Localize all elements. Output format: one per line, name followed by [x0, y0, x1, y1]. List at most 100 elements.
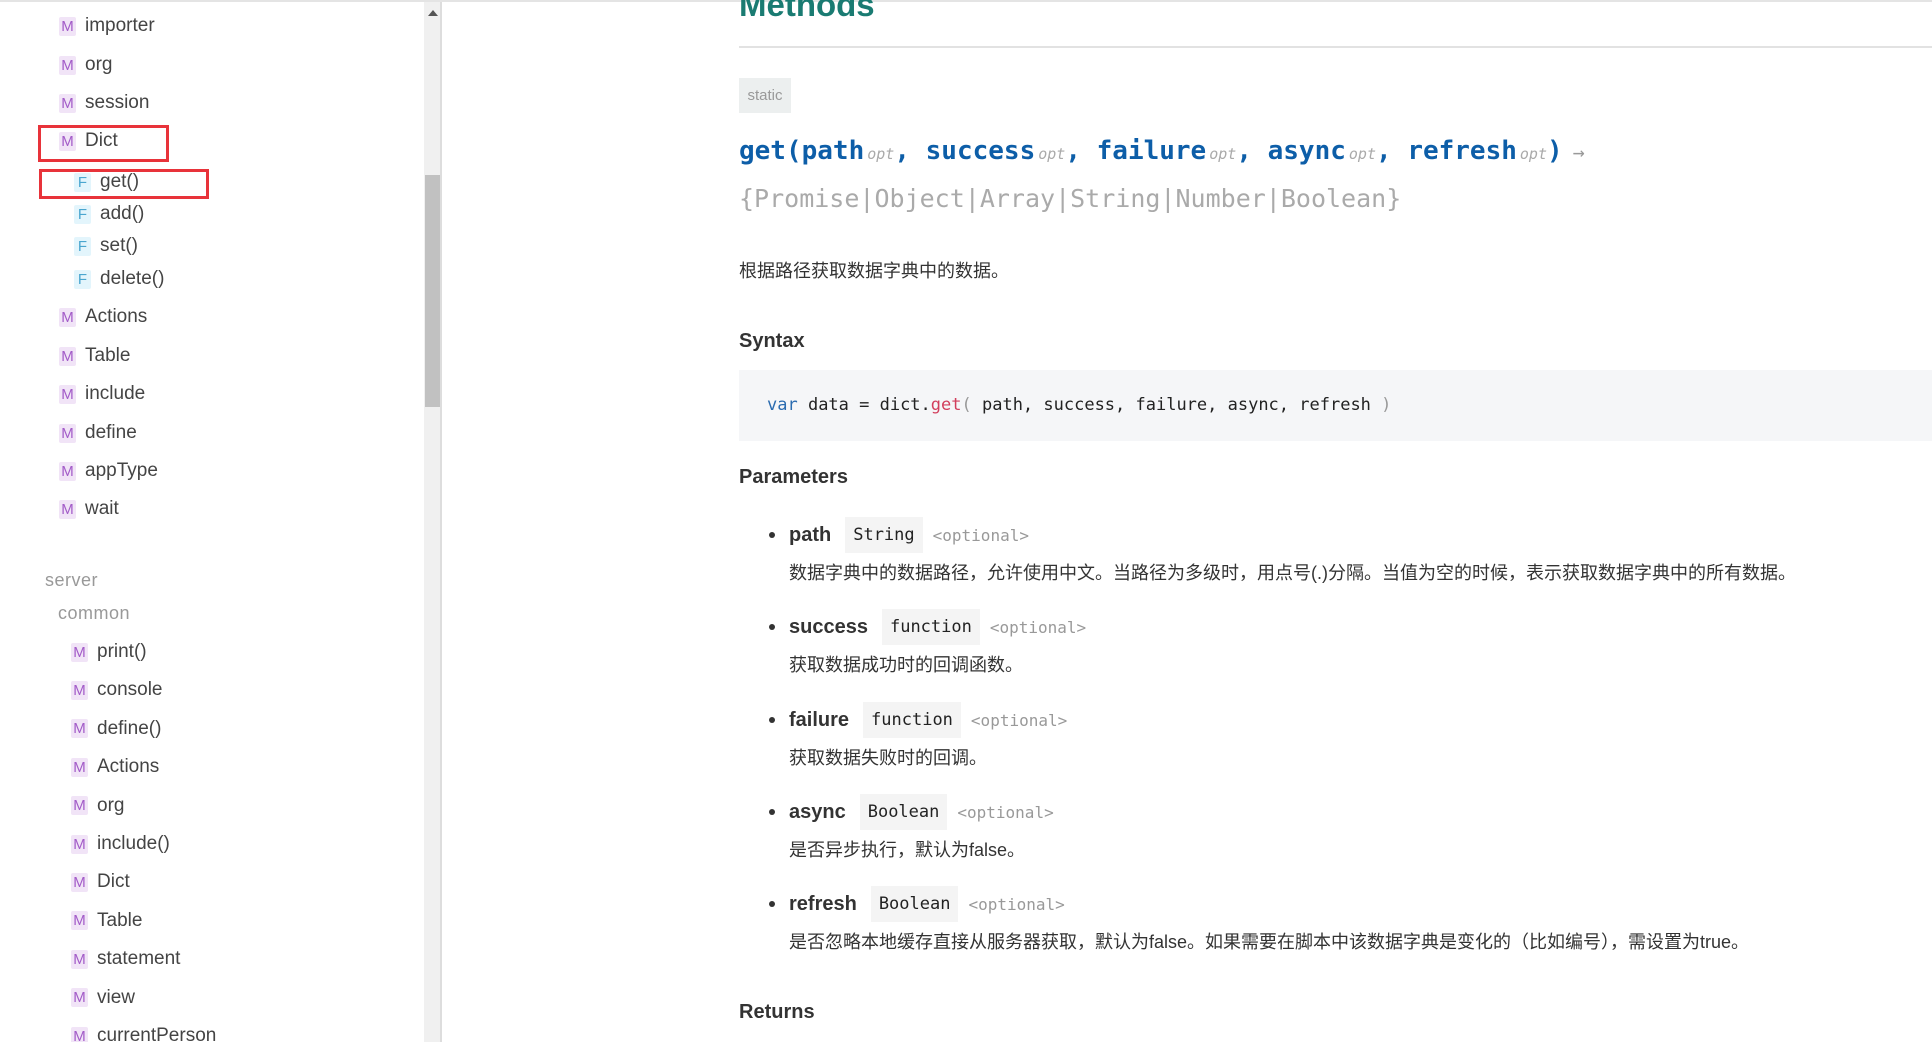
highlight-box-dict	[38, 125, 169, 162]
sidebar-item-include[interactable]: Minclude()	[71, 833, 170, 855]
parameter-header: refresh Boolean <optional>	[769, 884, 1749, 924]
return-type: {Promise|Object|Array|String|Number|Bool…	[739, 184, 1402, 213]
sidebar-item-delete[interactable]: Fdelete()	[74, 268, 164, 290]
sidebar-item-label: view	[97, 986, 136, 1008]
module-badge-icon: M	[59, 461, 76, 481]
scroll-up-arrow-icon[interactable]	[428, 10, 438, 16]
module-badge-icon: M	[71, 642, 88, 662]
parameter-header: failure function <optional>	[769, 700, 1067, 740]
static-badge: static	[739, 78, 791, 113]
code-args: path, success, failure, async, refresh	[981, 395, 1371, 415]
parameter-header: async Boolean <optional>	[769, 792, 1054, 832]
function-badge-icon: F	[74, 269, 91, 289]
parameter-optional: <optional>	[968, 894, 1065, 914]
sidebar-item-define[interactable]: Mdefine	[59, 422, 137, 444]
sidebar-item-label: statement	[97, 948, 181, 970]
code-close-paren: )	[1370, 395, 1392, 415]
parameter-optional: <optional>	[970, 710, 1068, 730]
sidebar-item-label: define	[85, 422, 137, 443]
sidebar-item-set[interactable]: Fset()	[74, 235, 138, 257]
parameter-item: async Boolean <optional> 是否异步执行，默认为false。	[769, 792, 1054, 862]
sidebar-item-dict[interactable]: M Dict	[71, 871, 130, 893]
return-arrow-icon: →	[1572, 140, 1585, 164]
highlight-box-get	[39, 169, 209, 199]
syntax-code-block: var data = dict.get( path, success, fail…	[739, 370, 1932, 441]
sidebar-item-actions[interactable]: M Actions	[71, 756, 159, 778]
module-badge-icon: M	[71, 949, 88, 969]
module-badge-icon: M	[59, 499, 76, 519]
parameter-item: refresh Boolean <optional> 是否忽略本地缓存直接从服务器获取…	[769, 884, 1749, 954]
sidebar-item-label: include	[85, 383, 146, 404]
sidebar-item-session[interactable]: Msession	[59, 92, 149, 114]
section-heading: Methods	[739, 0, 875, 23]
bullet-icon	[769, 717, 775, 723]
parameter-type: function	[881, 609, 980, 645]
sidebar-item-add[interactable]: Fadd()	[74, 203, 144, 225]
sidebar-item-table[interactable]: M Table	[59, 345, 130, 367]
sidebar-item-console[interactable]: Mconsole	[71, 679, 163, 701]
module-badge-icon: M	[59, 55, 76, 75]
sidebar-item-currentperson[interactable]: McurrentPerson	[71, 1025, 216, 1042]
sidebar-scrollbar[interactable]	[424, 2, 442, 1042]
parameter-optional: <optional>	[932, 525, 1029, 545]
sidebar-item-actions[interactable]: M Actions	[59, 306, 147, 328]
module-badge-icon: M	[71, 1026, 88, 1042]
sidebar-item-label: session	[85, 92, 150, 113]
parameter-item: success function <optional> 获取数据成功时的回调函数。	[769, 607, 1086, 677]
module-badge-icon: M	[71, 834, 88, 854]
parameter-name: path	[789, 523, 832, 546]
signature-param: success	[925, 136, 1036, 166]
parameter-type: String	[845, 517, 923, 553]
sidebar-item-label: set()	[100, 235, 138, 256]
sidebar-item-label: Table	[97, 909, 143, 931]
signature-param: path	[801, 136, 865, 166]
sidebar-item-label: currentPerson	[97, 1025, 217, 1042]
sidebar-item-view[interactable]: Mview	[71, 987, 135, 1009]
parameter-name: success	[789, 615, 868, 638]
sidebar-item-importer[interactable]: Mimporter	[59, 15, 155, 37]
optional-marker: opt	[1348, 145, 1376, 163]
sidebar-item-include[interactable]: Minclude	[59, 383, 145, 405]
scrollbar-thumb[interactable]	[425, 175, 440, 407]
sidebar-item-statement[interactable]: Mstatement	[71, 948, 180, 970]
sidebar-item-define[interactable]: Mdefine()	[71, 718, 161, 740]
parameter-type: Boolean	[870, 886, 959, 922]
sidebar-item-apptype[interactable]: MappType	[59, 460, 158, 482]
function-badge-icon: F	[74, 204, 91, 224]
sidebar-item-label: Dict	[97, 871, 130, 893]
sidebar-item-label: wait	[85, 498, 119, 519]
sidebar-item-print[interactable]: Mprint()	[71, 641, 147, 663]
optional-marker: opt	[1209, 145, 1237, 163]
bullet-icon	[769, 901, 775, 907]
sidebar-item-org[interactable]: Morg	[59, 54, 112, 76]
comma: ,	[894, 136, 926, 166]
parameter-description: 获取数据成功时的回调函数。	[789, 655, 1023, 675]
parameter-name: refresh	[789, 892, 857, 915]
sidebar-item-label: delete()	[100, 268, 165, 289]
parameter-item: path String <optional> 数据字典中的数据路径，允许使用中文。当路…	[769, 515, 1796, 585]
sidebar-item-label: importer	[85, 15, 155, 36]
sidebar-item-label: print()	[97, 641, 147, 662]
returns-heading: Returns	[739, 1001, 815, 1023]
sidebar-item-label: org	[97, 794, 125, 816]
sidebar-item-table[interactable]: M Table	[71, 910, 142, 932]
sidebar-item-wait[interactable]: Mwait	[59, 498, 119, 520]
comma: ,	[1376, 136, 1408, 166]
parameter-optional: <optional>	[989, 617, 1087, 637]
signature-param: async	[1267, 136, 1346, 166]
module-badge-icon: M	[71, 911, 88, 931]
sidebar-item-org[interactable]: Morg	[71, 795, 124, 817]
module-badge-icon: M	[71, 872, 88, 892]
optional-marker: opt	[1519, 145, 1547, 163]
module-badge-icon: M	[59, 93, 76, 113]
module-badge-icon: M	[71, 680, 88, 700]
code-open-paren: (	[961, 395, 982, 415]
parameter-description: 是否忽略本地缓存直接从服务器获取，默认为false。如果需要在脚本中该数据字典是…	[789, 932, 1750, 952]
module-badge-icon: M	[59, 423, 76, 443]
optional-marker: opt	[1038, 145, 1066, 163]
module-badge-icon: M	[59, 346, 76, 366]
module-badge-icon: M	[59, 16, 76, 36]
sidebar-group-server: server	[45, 570, 99, 590]
sidebar-item-label: Table	[85, 345, 131, 366]
code-function: get	[930, 395, 962, 415]
